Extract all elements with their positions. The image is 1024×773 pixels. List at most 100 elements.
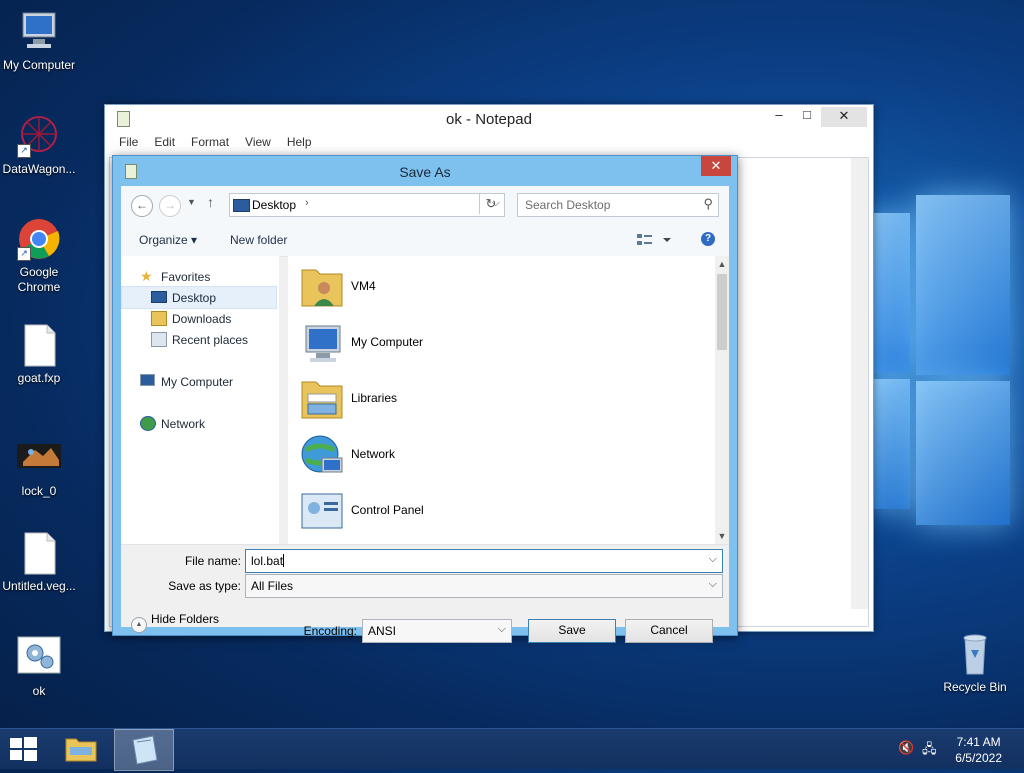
forward-button[interactable]: → — [159, 195, 181, 217]
file-item-network[interactable]: Network — [298, 432, 598, 486]
encoding-label: Encoding: — [303, 624, 357, 638]
close-button[interactable]: ✕ — [821, 107, 867, 127]
file-name-value: lol.bat — [251, 554, 284, 568]
wallpaper-windows-logo — [870, 195, 1010, 525]
clock[interactable]: 7:41 AM 6/5/2022 — [955, 734, 1002, 766]
encoding-select[interactable]: ANSI ⌵ — [362, 619, 512, 643]
desktop-icon — [151, 291, 167, 303]
network-tray-icon[interactable]: 🖧 — [922, 740, 937, 762]
desktop-icon-untitled-veg[interactable]: Untitled.veg... — [1, 531, 77, 594]
scroll-thumb[interactable] — [717, 274, 727, 350]
taskbar-notepad[interactable] — [114, 729, 174, 771]
desktop-icon-google-chrome[interactable]: ↗ Google Chrome — [1, 217, 77, 295]
desktop-icon-goat-fxp[interactable]: goat.fxp — [1, 323, 77, 386]
minimize-button[interactable]: – — [769, 107, 789, 127]
nav-my-computer[interactable]: My Computer — [121, 371, 277, 392]
nav-network[interactable]: Network — [121, 413, 277, 434]
computer-icon — [298, 320, 346, 368]
recent-locations-dropdown[interactable]: ▼ — [187, 197, 196, 207]
maximize-button[interactable]: □ — [797, 107, 817, 127]
save-as-dialog[interactable]: Save As ✕ ← → ▼ ↑ Desktop › ⌵ ↻ Search D… — [112, 155, 738, 643]
desktop-icon — [233, 199, 250, 212]
volume-muted-icon[interactable]: 🔇 — [898, 740, 914, 756]
network-icon — [298, 432, 346, 480]
address-bar[interactable]: Desktop › ⌵ — [229, 193, 505, 217]
dialog-body: ← → ▼ ↑ Desktop › ⌵ ↻ Search Desktop ⚲ O… — [121, 186, 729, 643]
text-caret — [283, 554, 285, 567]
address-location[interactable]: Desktop — [252, 198, 296, 212]
control-panel-icon — [298, 488, 346, 536]
save-as-type-select[interactable]: All Files ⌵ — [245, 574, 723, 598]
file-list: VM4 My Computer Libraries Network Contro… — [288, 256, 715, 544]
nav-recent-places[interactable]: Recent places — [121, 329, 277, 350]
file-name-input[interactable]: lol.bat ⌵ — [245, 549, 723, 573]
scroll-up-icon[interactable]: ▲ — [715, 259, 729, 269]
forward-arrow-icon: → — [164, 198, 176, 212]
shortcut-arrow-icon: ↗ — [17, 247, 31, 261]
command-bar: Organize ▾ New folder ? — [121, 224, 729, 257]
clock-time: 7:41 AM — [956, 735, 1001, 749]
menu-view[interactable]: View — [237, 131, 279, 153]
save-options-panel: File name: lol.bat ⌵ Save as type: All F… — [121, 544, 729, 643]
menu-format[interactable]: Format — [183, 131, 237, 153]
back-button[interactable]: ← — [131, 195, 153, 217]
menu-edit[interactable]: Edit — [146, 131, 183, 153]
dialog-title-bar[interactable]: Save As ✕ — [113, 156, 737, 186]
cancel-button[interactable]: Cancel — [625, 619, 713, 643]
menu-file[interactable]: File — [111, 131, 146, 153]
hide-folders-button[interactable]: ▲ Hide Folders — [131, 612, 219, 633]
dialog-close-button[interactable]: ✕ — [701, 156, 731, 176]
chevron-down-icon[interactable]: ⌵ — [709, 553, 717, 566]
folder-icon — [65, 738, 97, 762]
desktop-icon-datawagon[interactable]: ↗ DataWagon... — [1, 114, 77, 177]
notepad-title-bar[interactable]: ok - Notepad – □ ✕ — [105, 105, 873, 131]
windows-logo-icon — [10, 738, 22, 748]
file-item-libraries[interactable]: Libraries — [298, 376, 598, 430]
computer-icon — [17, 10, 61, 54]
view-options-button[interactable] — [635, 232, 675, 248]
file-name-label: File name: — [184, 554, 241, 568]
file-item-my-computer[interactable]: My Computer — [298, 320, 598, 374]
recycle-bin-icon — [953, 632, 997, 676]
notepad-icon — [132, 735, 158, 765]
desktop-icon-recycle-bin[interactable]: Recycle Bin — [937, 632, 1013, 695]
desktop-icon-my-computer[interactable]: My Computer — [1, 10, 77, 73]
save-button[interactable]: Save — [528, 619, 616, 643]
refresh-button[interactable]: ↻ — [479, 194, 502, 214]
hide-folders-label: Hide Folders — [151, 612, 220, 626]
organize-button[interactable]: Organize ▾ — [139, 233, 197, 247]
taskbar: 🔇 🖧 7:41 AM 6/5/2022 — [0, 728, 1024, 771]
notepad-scrollbar[interactable] — [851, 158, 868, 609]
new-folder-button[interactable]: New folder — [230, 233, 287, 247]
refresh-icon: ↻ — [485, 196, 497, 211]
taskbar-file-explorer[interactable] — [52, 729, 110, 769]
computer-icon — [140, 374, 155, 386]
clock-date: 6/5/2022 — [955, 751, 1002, 765]
desktop-icon-ok[interactable]: ok — [1, 636, 77, 699]
chevron-down-icon[interactable]: ⌵ — [709, 578, 717, 591]
menu-help[interactable]: Help — [279, 131, 320, 153]
save-as-type-label: Save as type: — [168, 579, 241, 593]
help-icon[interactable]: ? — [701, 232, 715, 246]
up-button[interactable]: ↑ — [207, 194, 214, 210]
shortcut-arrow-icon: ↗ — [17, 144, 31, 158]
chevron-down-icon[interactable]: ⌵ — [498, 623, 506, 636]
search-input[interactable]: Search Desktop ⚲ — [517, 193, 719, 217]
breadcrumb-chevron-icon[interactable]: › — [305, 197, 309, 209]
nav-desktop[interactable]: Desktop — [121, 286, 277, 309]
chevron-up-icon: ▲ — [131, 617, 147, 633]
encoding-value: ANSI — [368, 624, 397, 638]
address-row: ← → ▼ ↑ Desktop › ⌵ ↻ Search Desktop ⚲ — [121, 186, 729, 224]
user-folder-icon — [298, 264, 346, 312]
search-placeholder: Search Desktop — [525, 198, 611, 212]
desktop-icon-lock-0[interactable]: lock_0 — [1, 436, 77, 499]
file-item-control-panel[interactable]: Control Panel — [298, 488, 598, 542]
file-icon — [17, 531, 61, 575]
nav-favorites[interactable]: ★ Favorites — [121, 266, 277, 287]
scroll-down-icon[interactable]: ▼ — [715, 531, 729, 541]
save-as-type-value: All Files — [251, 579, 294, 593]
file-item-vm4[interactable]: VM4 — [298, 264, 598, 318]
start-button[interactable] — [10, 737, 38, 761]
file-list-scrollbar[interactable]: ▲ ▼ — [715, 256, 729, 544]
nav-downloads[interactable]: Downloads — [121, 308, 277, 329]
